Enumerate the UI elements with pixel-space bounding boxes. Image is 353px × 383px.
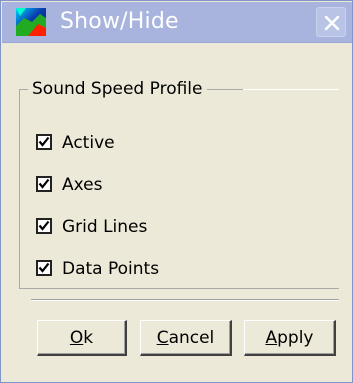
data-points-checkbox[interactable] — [36, 260, 52, 276]
checkmark-icon — [38, 178, 50, 189]
cancel-mnemonic: C — [156, 327, 169, 348]
group-rule — [243, 89, 339, 90]
axes-checkbox[interactable] — [36, 176, 52, 192]
apply-label-rest: pply — [277, 327, 314, 348]
ok-button[interactable]: Ok — [37, 320, 127, 356]
checkmark-icon — [38, 136, 50, 147]
separator — [31, 299, 339, 301]
active-checkbox[interactable] — [36, 134, 52, 150]
checkmark-icon — [38, 220, 50, 231]
ok-mnemonic: O — [69, 327, 84, 348]
window-title: Show/Hide — [60, 9, 179, 34]
ok-label-rest: k — [83, 327, 94, 348]
group-label: Sound Speed Profile — [28, 78, 207, 100]
apply-mnemonic: A — [265, 327, 278, 348]
apply-button[interactable]: Apply — [244, 320, 336, 356]
title-bar[interactable]: Show/Hide — [2, 2, 352, 43]
checkmark-icon — [38, 262, 50, 273]
cancel-label-rest: ancel — [168, 327, 215, 348]
colorful-map-icon — [16, 8, 46, 36]
close-icon — [324, 15, 340, 31]
data-points-label: Data Points — [62, 259, 160, 279]
grid-lines-label: Grid Lines — [62, 217, 148, 237]
grid-lines-checkbox[interactable] — [36, 218, 52, 234]
axes-label: Axes — [62, 175, 103, 195]
show-hide-dialog: Show/Hide Sound Speed Profile Active Axe… — [0, 0, 353, 383]
close-button[interactable] — [316, 7, 346, 37]
cancel-button[interactable]: Cancel — [140, 320, 232, 356]
active-label: Active — [62, 133, 115, 153]
